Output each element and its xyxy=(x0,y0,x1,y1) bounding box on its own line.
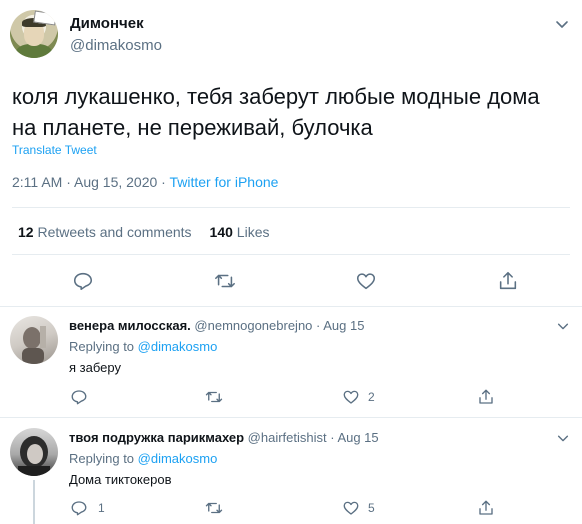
replying-to: Replying to @dimakosmo xyxy=(69,339,217,354)
reply-handle-date: @hairfetishist · Aug 15 xyxy=(247,430,379,445)
reply-actions: 1 5 xyxy=(0,499,582,517)
chevron-down-icon[interactable] xyxy=(556,431,570,445)
replying-prefix: Replying to xyxy=(69,339,138,354)
retweets-stat[interactable]: 12 Retweets and comments xyxy=(18,224,192,240)
tweet-actions xyxy=(0,270,582,294)
like-count: 5 xyxy=(368,501,375,515)
share-icon[interactable] xyxy=(497,270,519,292)
reply-icon[interactable] xyxy=(72,270,94,292)
retweets-count: 12 xyxy=(18,224,34,240)
reply-tweet[interactable]: венера милосская. @nemnogonebrejno · Aug… xyxy=(0,307,582,417)
like-count: 2 xyxy=(368,390,375,404)
like-icon[interactable] xyxy=(342,388,360,406)
like-icon[interactable] xyxy=(355,270,377,292)
replying-mention[interactable]: @dimakosmo xyxy=(138,339,218,354)
like-icon[interactable] xyxy=(342,499,360,517)
replying-prefix: Replying to xyxy=(69,451,138,466)
tweet-source[interactable]: Twitter for iPhone xyxy=(169,174,278,190)
reply-author[interactable]: венера милосская. @nemnogonebrejno · Aug… xyxy=(69,318,364,333)
reply-avatar[interactable] xyxy=(10,428,58,476)
chevron-down-icon[interactable] xyxy=(554,16,570,32)
divider xyxy=(12,254,570,255)
reply-icon[interactable] xyxy=(70,499,88,517)
tweet-text: коля лукашенко, тебя заберут любые модны… xyxy=(12,81,572,143)
replying-mention[interactable]: @dimakosmo xyxy=(138,451,218,466)
reply-avatar[interactable] xyxy=(10,316,58,364)
likes-count: 140 xyxy=(209,224,233,240)
reply-icon[interactable] xyxy=(70,388,88,406)
reply-tweet[interactable]: твоя подружка парикмахер @hairfetishist … xyxy=(0,418,582,524)
retweets-label: Retweets and comments xyxy=(37,224,192,240)
reply-author-name: венера милосская. xyxy=(69,318,191,333)
retweet-icon[interactable] xyxy=(205,499,223,517)
author-avatar[interactable] xyxy=(10,10,58,58)
divider xyxy=(12,207,570,208)
replying-to: Replying to @dimakosmo xyxy=(69,451,217,466)
likes-stat[interactable]: 140 Likes xyxy=(210,224,270,240)
author-name[interactable]: Димончек xyxy=(70,15,144,32)
reply-count: 1 xyxy=(98,501,105,515)
share-icon[interactable] xyxy=(477,388,495,406)
reply-handle-date: @nemnogonebrejno · Aug 15 xyxy=(194,318,365,333)
reply-text: я заберу xyxy=(69,360,121,375)
share-icon[interactable] xyxy=(477,499,495,517)
retweet-icon[interactable] xyxy=(205,388,223,406)
tweet-text-line: коля лукашенко, тебя заберут любые модны… xyxy=(12,84,540,109)
reply-text: Дома тиктокеров xyxy=(69,472,172,487)
tweet-text-line: на планете, не переживай, булочка xyxy=(12,115,373,140)
translate-tweet-link[interactable]: Translate Tweet xyxy=(12,143,97,157)
chevron-down-icon[interactable] xyxy=(556,319,570,333)
main-tweet: Димончек @dimakosmo коля лукашенко, тебя… xyxy=(0,0,582,306)
tweet-time[interactable]: 2:11 AM · Aug 15, 2020 · xyxy=(12,174,169,190)
reply-actions: 2 xyxy=(0,388,582,406)
tweet-meta: 2:11 AM · Aug 15, 2020 · Twitter for iPh… xyxy=(12,174,278,190)
tweet-stats: 12 Retweets and comments 140 Likes xyxy=(18,224,269,240)
retweet-icon[interactable] xyxy=(214,270,236,292)
author-handle[interactable]: @dimakosmo xyxy=(70,37,162,54)
reply-author-name: твоя подружка парикмахер xyxy=(69,430,245,445)
reply-author[interactable]: твоя подружка парикмахер @hairfetishist … xyxy=(69,430,379,445)
likes-label: Likes xyxy=(236,224,270,240)
